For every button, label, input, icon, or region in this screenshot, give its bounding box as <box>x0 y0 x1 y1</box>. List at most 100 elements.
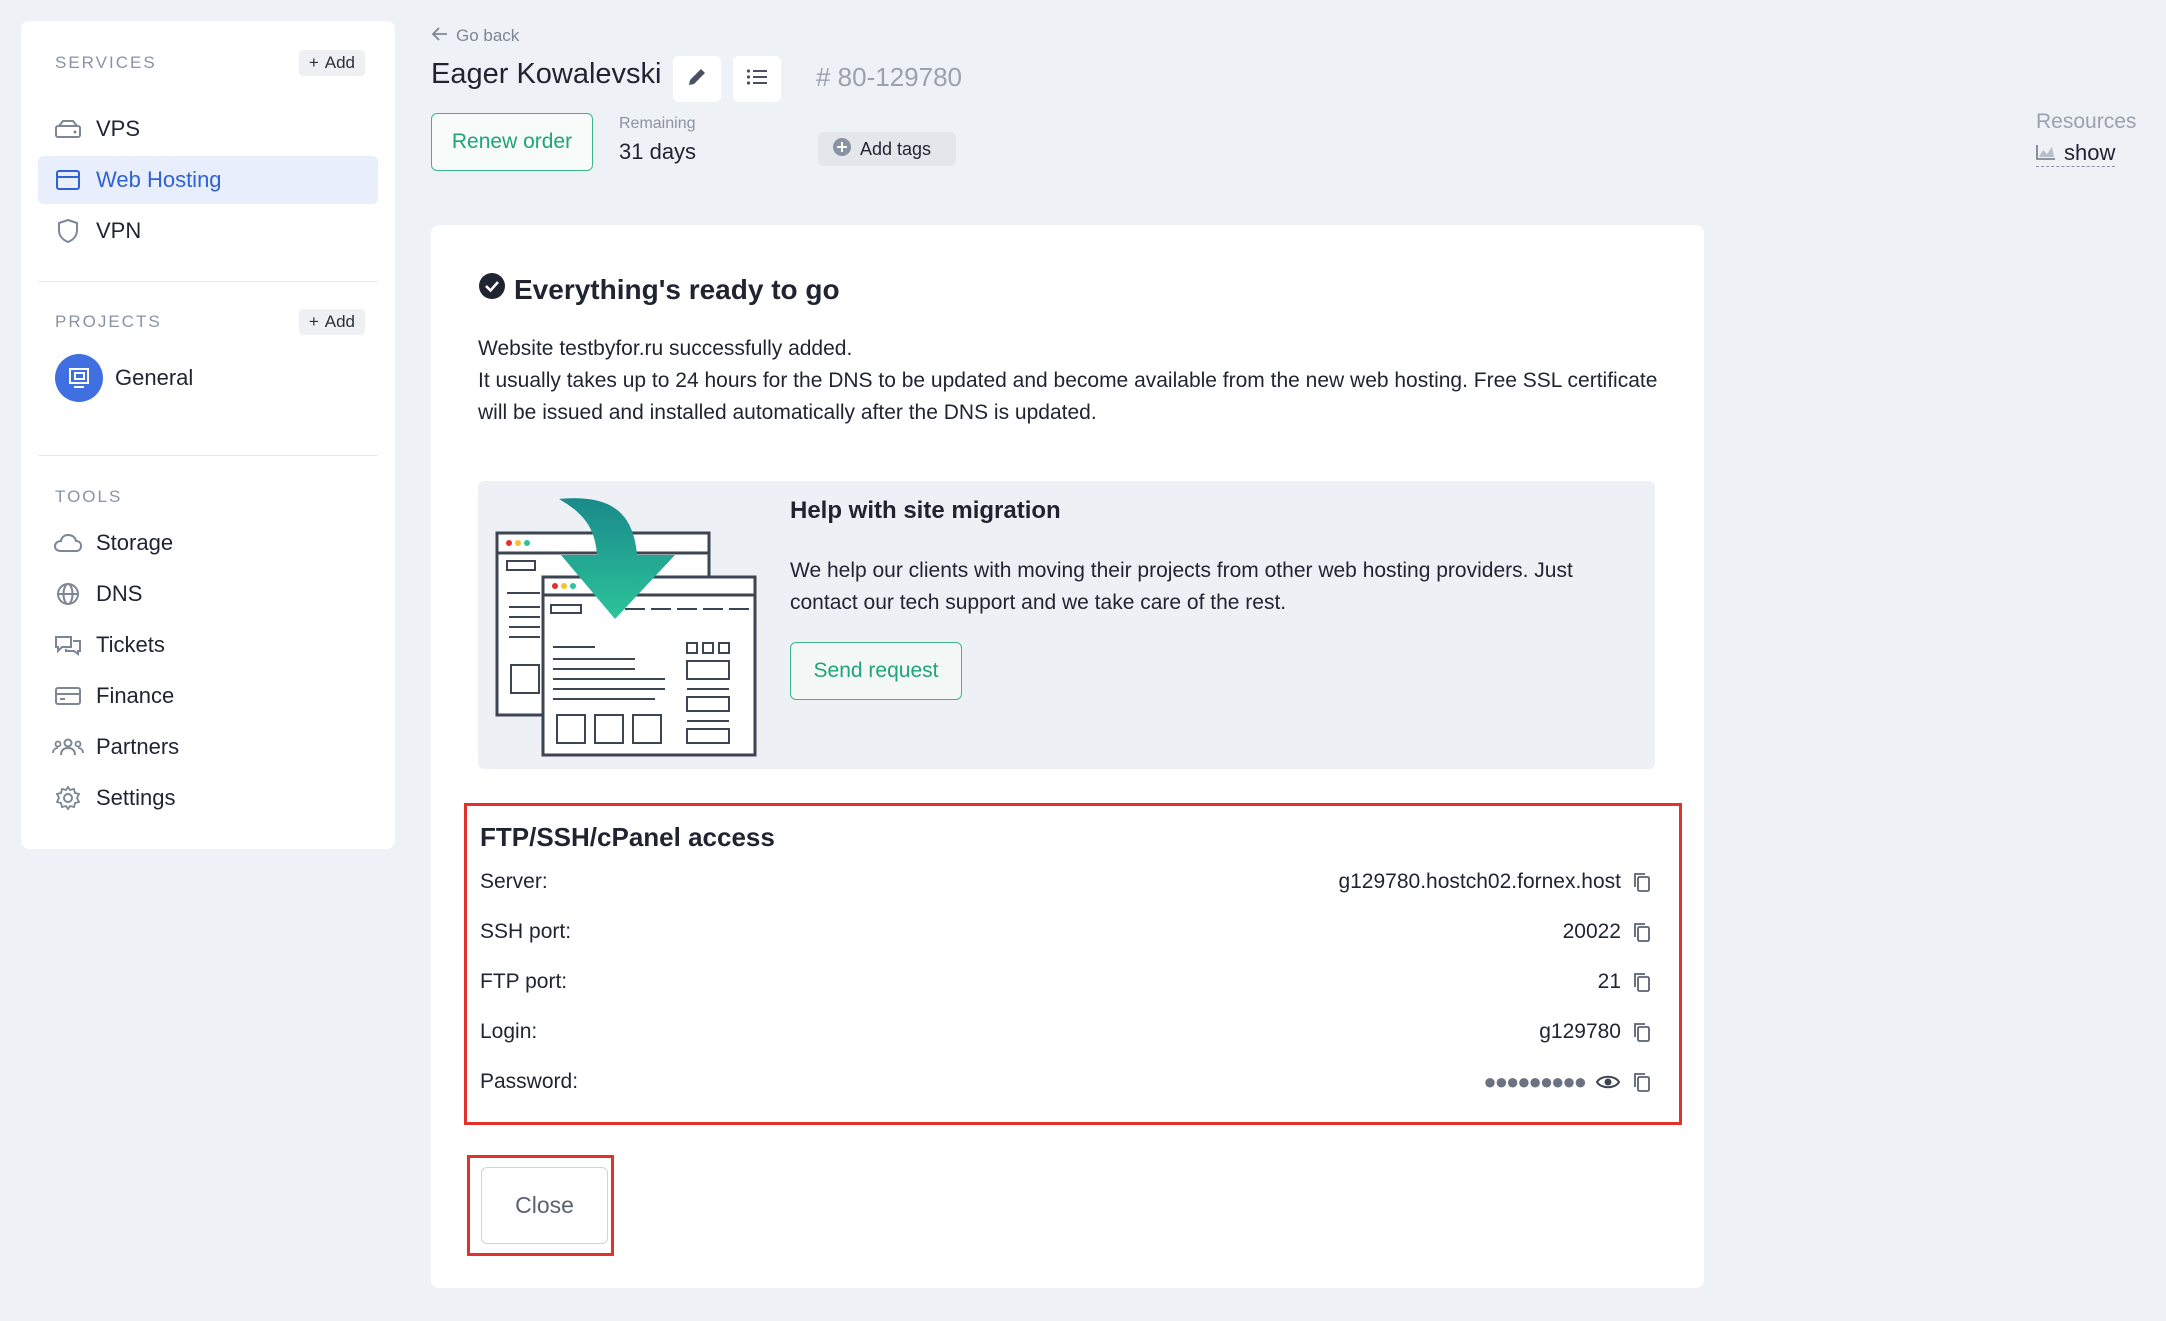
remaining-value: 31 days <box>619 139 697 164</box>
status-line-2: It usually takes up to 24 hours for the … <box>478 369 1658 424</box>
access-value: g129780 <box>1539 1020 1621 1043</box>
eye-icon[interactable] <box>1595 1071 1621 1093</box>
services-title: SERVICES <box>55 53 157 72</box>
migration-text: We help our clients with moving their pr… <box>790 559 1573 614</box>
go-back-link[interactable]: Go back <box>431 26 520 46</box>
copy-icon[interactable] <box>1631 921 1653 943</box>
close-button[interactable]: Close <box>481 1167 608 1244</box>
access-title: FTP/SSH/cPanel access <box>480 822 775 852</box>
access-value: g129780.hostch02.fornex.host <box>1338 870 1621 893</box>
browser-window-icon <box>52 164 84 196</box>
access-value: 21 <box>1597 970 1621 993</box>
close-highlight: Close <box>467 1155 614 1256</box>
migration-panel: Help with site migration We help our cli… <box>478 481 1655 769</box>
plus-icon: + <box>308 53 319 72</box>
sidebar-item-storage[interactable]: Storage <box>38 519 378 567</box>
access-row-password: Password: ●●●●●●●●● <box>480 1062 1653 1102</box>
sidebar-item-partners[interactable]: Partners <box>38 723 378 771</box>
add-project-label: Add <box>324 312 355 331</box>
list-icon <box>746 68 768 91</box>
sidebar-item-label: DNS <box>96 581 143 606</box>
chat-icon <box>52 629 84 661</box>
access-row-server: Server: g129780.hostch02.fornex.host <box>480 862 1653 902</box>
order-id: # 80-129780 <box>816 62 963 92</box>
sidebar-item-label: VPS <box>96 116 141 141</box>
remaining-label: Remaining <box>619 115 696 132</box>
cloud-icon <box>52 527 84 559</box>
projects-header: PROJECTS + Add <box>55 307 365 337</box>
details-list-button[interactable] <box>733 56 781 102</box>
status-line-1: Website testbyfor.ru successfully added. <box>478 337 853 360</box>
globe-icon <box>52 578 84 610</box>
result-card: Everything's ready to go Website testbyf… <box>431 225 1704 1288</box>
migration-illustration <box>495 497 759 764</box>
sidebar-item-dns[interactable]: DNS <box>38 570 378 618</box>
services-header: SERVICES + Add <box>55 48 365 78</box>
sidebar-item-label: Storage <box>96 530 174 555</box>
ready-title-text: Everything's ready to go <box>514 273 840 305</box>
add-service-button[interactable]: + Add <box>298 50 365 76</box>
divider <box>38 281 378 282</box>
resources-label: Resources <box>2036 110 2137 133</box>
copy-icon[interactable] <box>1631 871 1653 893</box>
sidebar-item-settings[interactable]: Settings <box>38 774 378 822</box>
resources-show-label: show <box>2064 140 2116 165</box>
access-key: Password: <box>480 1070 579 1093</box>
sidebar-item-web-hosting[interactable]: Web Hosting <box>38 156 378 204</box>
arrow-left-icon <box>431 26 448 46</box>
plus-icon: + <box>308 312 319 331</box>
access-row-login: Login: g129780 <box>480 1012 1653 1052</box>
chart-icon <box>2036 140 2056 166</box>
password-masked: ●●●●●●●●● <box>1483 1069 1587 1094</box>
sidebar-item-label: VPN <box>96 218 142 243</box>
projects-title: PROJECTS <box>55 312 162 331</box>
sidebar-item-label: Partners <box>96 734 180 759</box>
migration-title: Help with site migration <box>790 497 1061 524</box>
copy-icon[interactable] <box>1631 1071 1653 1093</box>
divider <box>38 455 378 456</box>
access-section: FTP/SSH/cPanel access Server: g129780.ho… <box>464 803 1682 1125</box>
check-circle-icon <box>478 272 506 307</box>
send-request-button[interactable]: Send request <box>790 642 962 700</box>
plus-circle-icon <box>832 137 852 162</box>
access-value: 20022 <box>1562 920 1621 943</box>
project-general[interactable]: General <box>55 354 193 402</box>
access-key: SSH port: <box>480 920 572 943</box>
access-key: Server: <box>480 870 548 893</box>
sidebar-item-label: Web Hosting <box>96 167 222 192</box>
resources-show-link[interactable]: show <box>2036 140 2116 167</box>
go-back-label: Go back <box>456 26 520 45</box>
sidebar-item-vpn[interactable]: VPN <box>38 207 378 255</box>
sidebar-item-vps[interactable]: VPS <box>38 105 378 153</box>
page-title: Eager Kowalevski <box>431 58 662 90</box>
renew-order-button[interactable]: Renew order <box>431 113 593 171</box>
edit-name-button[interactable] <box>673 56 721 102</box>
tools-title: TOOLS <box>55 487 123 506</box>
access-key: FTP port: <box>480 970 568 993</box>
access-key: Login: <box>480 1020 538 1043</box>
status-message: Website testbyfor.ru successfully added.… <box>478 333 1658 429</box>
ready-heading: Everything's ready to go <box>478 272 840 307</box>
access-row-ssh-port: SSH port: 20022 <box>480 912 1653 952</box>
shield-icon <box>52 215 84 247</box>
pencil-icon <box>686 66 708 93</box>
sidebar-item-label: Finance <box>96 683 175 708</box>
add-service-label: Add <box>324 53 355 72</box>
access-row-ftp-port: FTP port: 21 <box>480 962 1653 1002</box>
card-icon <box>52 680 84 712</box>
sidebar-item-finance[interactable]: Finance <box>38 672 378 720</box>
project-avatar-icon <box>55 354 103 402</box>
add-tags-label: Add tags <box>860 138 932 159</box>
copy-icon[interactable] <box>1631 971 1653 993</box>
sidebar: SERVICES + Add VPS Web Hosting VPN PROJE… <box>21 21 395 849</box>
sidebar-item-tickets[interactable]: Tickets <box>38 621 378 669</box>
add-project-button[interactable]: + Add <box>298 309 365 335</box>
users-icon <box>52 731 84 763</box>
tools-header: TOOLS <box>55 482 365 512</box>
copy-icon[interactable] <box>1631 1021 1653 1043</box>
gear-icon <box>52 782 84 814</box>
add-tags-button[interactable]: Add tags <box>818 132 956 166</box>
sidebar-item-label: Tickets <box>96 632 165 657</box>
sidebar-item-label: Settings <box>96 785 176 810</box>
server-icon <box>52 113 84 145</box>
